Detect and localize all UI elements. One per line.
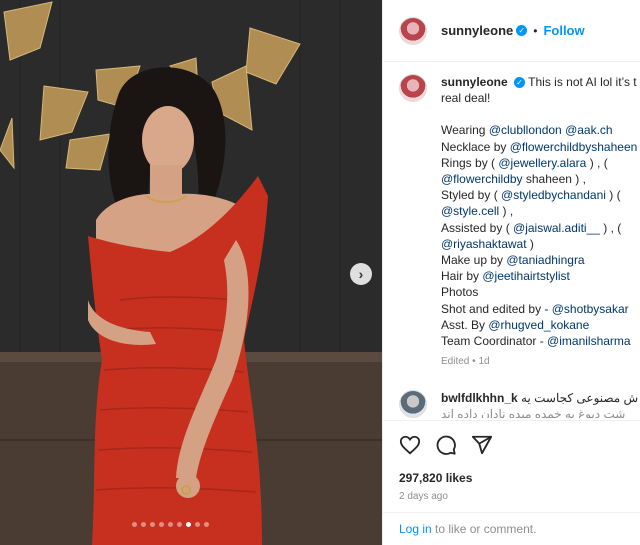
- mention-link[interactable]: @styledbychandani: [501, 188, 606, 202]
- carousel-indicator: [132, 522, 209, 527]
- mention-link[interactable]: @riyashaktawat: [441, 237, 527, 251]
- mention-link[interactable]: @jeetihairtstylist: [482, 269, 570, 283]
- action-icons: [399, 433, 625, 457]
- comment-body: bwlfdlkhhn_k ش مصنوعی کجاست یه شت دیوغ ب…: [441, 390, 638, 418]
- caption-line: Wearing @clubllondon @aak.ch: [441, 122, 640, 138]
- caption-avatar[interactable]: [399, 74, 427, 102]
- caption-segment: Styled by (: [441, 188, 502, 203]
- caption-meta: Edited • 1d: [441, 354, 640, 370]
- mention-link[interactable]: @jewellery.alara: [498, 156, 586, 170]
- mention-link[interactable]: @flowerchildby: [441, 172, 523, 186]
- post-actions: 297,820 likes 2 days ago: [383, 420, 640, 502]
- mention-link[interactable]: @flowerchildbyshaheen: [510, 140, 638, 154]
- caption-segment: ) , (: [599, 220, 622, 235]
- caption-line: Asst. By @rhugved_kokane: [441, 317, 640, 333]
- carousel-dot: [150, 522, 155, 527]
- carousel-dot: [132, 522, 137, 527]
- caption-line: Rings by ( @jewellery.alara ) , (: [441, 155, 640, 171]
- caption-segment: shaheen ) ,: [522, 172, 586, 187]
- caption-segment: Team Coordinator -: [441, 334, 548, 349]
- commenter-avatar[interactable]: [399, 390, 427, 418]
- caption-line: Assisted by ( @jaiswal.aditi__ ) , (: [441, 220, 640, 236]
- author-username[interactable]: sunnyleone: [441, 23, 513, 38]
- caption-segment: Photos: [441, 285, 479, 300]
- caption-line: Photos: [441, 284, 640, 300]
- caption-segment: ): [526, 236, 534, 251]
- caption-verified-badge-icon: ✓: [514, 77, 526, 88]
- meta-separator: •: [472, 356, 476, 368]
- mention-link[interactable]: @shotbysakar: [552, 302, 629, 316]
- carousel-dot: [168, 522, 173, 527]
- heart-icon[interactable]: [399, 434, 421, 456]
- caption-segment: Shot and edited by -: [441, 301, 552, 316]
- mention-link[interactable]: @rhugved_kokane: [488, 318, 589, 332]
- share-icon[interactable]: [471, 434, 493, 456]
- mention-link[interactable]: @jaiswal.aditi__: [513, 221, 600, 235]
- caption-segment: ) , (: [586, 155, 608, 170]
- caption-age: 1d: [478, 356, 490, 368]
- mention-link[interactable]: @style.cell: [441, 204, 499, 218]
- caption-segment: ) (: [605, 188, 621, 203]
- login-prompt: Log in to like or comment.: [383, 512, 640, 545]
- commenter-username[interactable]: bwlfdlkhhn_k: [441, 391, 518, 405]
- caption-username[interactable]: sunnyleone: [441, 75, 508, 89]
- comment-icon[interactable]: [435, 434, 457, 456]
- caption-lines: real deal! Wearing @clubllondon @aak.ch Ne…: [441, 90, 640, 349]
- caption-line: Make up by @taniadhingra: [441, 252, 640, 268]
- post-sidebar: sunnyleone ✓ • Follow sunnyleone ✓ This …: [382, 0, 640, 545]
- caption-line: @flowerchildby shaheen ) ,: [441, 171, 640, 187]
- separator: •: [533, 23, 538, 38]
- caption-segment: Make up by: [441, 253, 507, 268]
- caption-first-line: sunnyleone ✓ This is not AI lol it’s t: [441, 74, 640, 90]
- next-image-button[interactable]: ›: [350, 263, 372, 285]
- caption-line: @style.cell ) ,: [441, 203, 640, 219]
- caption-line: @riyashaktawat ): [441, 236, 640, 252]
- carousel-dot: [186, 522, 191, 527]
- login-link[interactable]: Log in: [399, 522, 432, 536]
- caption-segment: Necklace by: [441, 139, 510, 154]
- carousel-dot: [159, 522, 164, 527]
- caption-body: sunnyleone ✓ This is not AI lol it’s t r…: [441, 74, 640, 370]
- author-avatar[interactable]: [399, 16, 427, 45]
- post-photo: ›: [0, 0, 382, 545]
- comments-list[interactable]: sunnyleone ✓ This is not AI lol it’s t r…: [383, 62, 640, 418]
- carousel-dot: [195, 522, 200, 527]
- follow-button[interactable]: Follow: [543, 23, 584, 38]
- caption-line: Shot and edited by - @shotbysakar: [441, 301, 640, 317]
- caption-segment: Rings by (: [441, 155, 499, 170]
- caption: sunnyleone ✓ This is not AI lol it’s t r…: [399, 74, 640, 370]
- mention-link[interactable]: @taniadhingra: [506, 253, 584, 267]
- photo-illustration: [0, 0, 382, 545]
- mention-link[interactable]: @aak.ch: [565, 123, 613, 137]
- comment-text-line2: شت دیوغ به خمده میده نادان داده اند: [441, 407, 626, 418]
- caption-line: Styled by ( @styledbychandani ) (: [441, 187, 640, 203]
- post-time: 2 days ago: [399, 491, 448, 502]
- chevron-right-icon: ›: [358, 266, 364, 282]
- caption-line: Team Coordinator - @imanilsharma: [441, 333, 640, 349]
- caption-segment: Hair by: [441, 269, 483, 284]
- mention-link[interactable]: @imanilsharma: [547, 334, 631, 348]
- caption-line: Hair by @jeetihairtstylist: [441, 268, 640, 284]
- post-header: sunnyleone ✓ • Follow: [383, 0, 640, 62]
- likes-count[interactable]: 297,820 likes: [399, 471, 625, 485]
- edited-label: Edited: [441, 356, 470, 368]
- caption-segment: ) ,: [499, 204, 514, 219]
- verified-badge-icon: ✓: [516, 25, 528, 36]
- carousel-dot: [177, 522, 182, 527]
- carousel-dot: [204, 522, 209, 527]
- caption-segment: Assisted by (: [441, 220, 514, 235]
- caption-text: This is not AI lol it’s t: [528, 75, 637, 89]
- caption-line: real deal!: [441, 90, 640, 106]
- caption-segment: real deal!: [441, 91, 491, 106]
- mention-link[interactable]: @clubllondon: [489, 123, 562, 137]
- caption-segment: Wearing: [441, 123, 489, 138]
- comment-item: bwlfdlkhhn_k ش مصنوعی کجاست یه شت دیوغ ب…: [399, 390, 638, 418]
- caption-segment: This is not AI lol it’s t: [528, 75, 637, 89]
- login-prompt-text: to like or comment.: [431, 522, 537, 536]
- carousel-dot: [141, 522, 146, 527]
- caption-line: [441, 106, 640, 122]
- caption-segment: Asst. By: [441, 317, 489, 332]
- comment-text: ش مصنوعی کجاست یه: [521, 391, 639, 405]
- caption-line: Necklace by @flowerchildbyshaheen: [441, 139, 640, 155]
